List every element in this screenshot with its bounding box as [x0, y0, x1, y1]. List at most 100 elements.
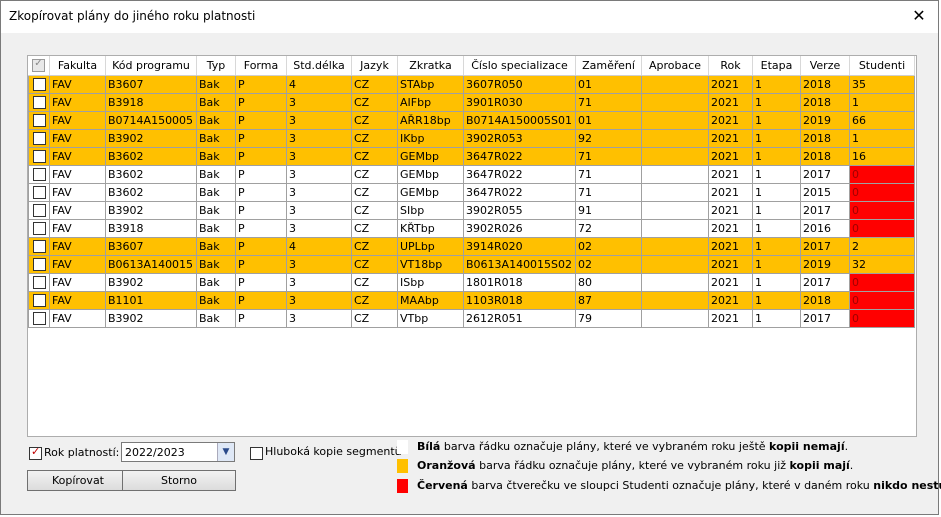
row-checkbox[interactable] [28, 129, 50, 148]
cell: 3901R030 [463, 93, 576, 112]
legend-emph: kopii nemají [769, 440, 845, 453]
legend-strong: Bílá [417, 440, 441, 453]
col-header[interactable]: Etapa [752, 56, 801, 76]
copy-button[interactable]: Kopírovat [27, 470, 129, 491]
col-header[interactable]: Std.délka [286, 56, 352, 76]
col-header[interactable]: Rok [708, 56, 753, 76]
legend-emph: kopii mají [789, 459, 850, 472]
close-icon[interactable]: ✕ [908, 5, 930, 27]
cell: 1 [752, 111, 801, 130]
copy-plans-dialog: Zkopírovat plány do jiného roku platnost… [0, 0, 941, 515]
deep-copy-label: Hluboká kopie segmentů [265, 445, 402, 458]
col-header[interactable]: Jazyk [351, 56, 398, 76]
col-header[interactable]: Fakulta [49, 56, 106, 76]
cell: B0613A140015S02 [463, 255, 576, 274]
chevron-down-icon[interactable]: ▼ [217, 443, 234, 461]
row-checkbox[interactable] [28, 75, 50, 94]
table-row[interactable]: FAV B3902 Bak P 3 CZ IKbp 3902R053 92 2021 1 2018 1 [28, 129, 915, 148]
cell: 2021 [708, 93, 753, 112]
cell: 3 [286, 201, 352, 220]
row-checkbox[interactable] [28, 147, 50, 166]
cell: P [235, 291, 287, 310]
cell: 0 [849, 183, 915, 202]
table-row[interactable]: FAV B3902 Bak P 3 CZ SIbp 3902R055 91 2021 1 2017 0 [28, 201, 915, 220]
rok-platnosti-select[interactable]: 2022/2023 ▼ [121, 442, 235, 462]
cell: CZ [351, 255, 398, 274]
cell: Bak [196, 147, 236, 166]
cell: Bak [196, 201, 236, 220]
cell: P [235, 201, 287, 220]
col-header[interactable]: Aprobace [641, 56, 709, 76]
row-checkbox[interactable] [28, 273, 50, 292]
cell: 1 [849, 129, 915, 148]
deep-copy-checkbox[interactable] [250, 447, 263, 460]
table-row[interactable]: FAV B3602 Bak P 3 CZ GEMbp 3647R022 71 2021 1 2017 0 [28, 165, 915, 184]
cell: 3 [286, 93, 352, 112]
row-checkbox[interactable] [28, 93, 50, 112]
legend-end: . [849, 459, 854, 472]
table-row[interactable]: FAV B3918 Bak P 3 CZ KŘTbp 3902R026 72 2021 1 2016 0 [28, 219, 915, 238]
cell: 2017 [800, 273, 850, 292]
cell: 2021 [708, 291, 753, 310]
col-header[interactable]: Studenti [849, 56, 915, 76]
table-row[interactable]: FAV B3607 Bak P 4 CZ UPLbp 3914R020 02 2021 1 2017 2 [28, 237, 915, 256]
cell: 2021 [708, 165, 753, 184]
cell: 0 [849, 273, 915, 292]
table-row[interactable]: FAV B0613A140015 Bak P 3 CZ VT18bp B0613A140015… [28, 255, 915, 274]
cell [641, 237, 709, 256]
cell: 3647R022 [463, 183, 576, 202]
row-checkbox[interactable] [28, 309, 50, 328]
row-checkbox[interactable] [28, 111, 50, 130]
row-checkbox[interactable] [28, 255, 50, 274]
row-checkbox[interactable] [28, 237, 50, 256]
table-row[interactable]: FAV B3602 Bak P 3 CZ GEMbp 3647R022 71 2021 1 2015 0 [28, 183, 915, 202]
col-header[interactable]: Číslo specializace [463, 56, 576, 76]
cell: P [235, 129, 287, 148]
table-row[interactable]: FAV B3902 Bak P 3 CZ ISbp 1801R018 80 2021 1 2017 0 [28, 273, 915, 292]
cell: 2021 [708, 183, 753, 202]
col-header[interactable]: Typ [196, 56, 236, 76]
row-checkbox[interactable] [28, 291, 50, 310]
cancel-button[interactable]: Storno [122, 470, 236, 491]
cell: 71 [575, 93, 642, 112]
cell [641, 165, 709, 184]
row-checkbox[interactable] [28, 183, 50, 202]
cell: B3607 [105, 75, 197, 94]
cell: FAV [49, 255, 106, 274]
cell: P [235, 255, 287, 274]
cell: FAV [49, 291, 106, 310]
cell: FAV [49, 111, 106, 130]
table-row[interactable]: FAV B3902 Bak P 3 CZ VTbp 2612R051 79 2021 1 2017 0 [28, 309, 915, 328]
col-header[interactable]: Forma [235, 56, 287, 76]
col-header[interactable]: Zkratka [397, 56, 464, 76]
cell: 3 [286, 291, 352, 310]
cell: 1 [752, 237, 801, 256]
table-row[interactable]: FAV B3607 Bak P 4 CZ STAbp 3607R050 01 2021 1 2018 3… [28, 75, 915, 94]
row-checkbox[interactable] [28, 201, 50, 220]
select-all-checkbox[interactable] [28, 56, 50, 76]
rok-platnosti-checkbox[interactable] [29, 445, 42, 460]
legend-text: barva řádku označuje plány, které ve vyb… [475, 459, 790, 472]
row-checkbox[interactable] [28, 165, 50, 184]
cell: B0613A140015 [105, 255, 197, 274]
cell: 0 [849, 165, 915, 184]
cell: 4 [286, 237, 352, 256]
cell: 0 [849, 291, 915, 310]
cell: 1 [752, 147, 801, 166]
legend-text: barva řádku označuje plány, které ve vyb… [440, 440, 770, 453]
cell [641, 111, 709, 130]
cell: 3 [286, 219, 352, 238]
table-row[interactable]: FAV B1101 Bak P 3 CZ MAAbp 1103R018 87 2021 1 2018 0 [28, 291, 915, 310]
table-row[interactable]: FAV B0714A150005 Bak P 3 CZ AŘR18bp B0714A15000… [28, 111, 915, 130]
cell: B0714A150005 [105, 111, 197, 130]
cell: 2017 [800, 237, 850, 256]
cell: P [235, 237, 287, 256]
col-header[interactable]: Verze [800, 56, 850, 76]
col-header[interactable]: Zaměření [575, 56, 642, 76]
table-row[interactable]: FAV B3918 Bak P 3 CZ AIFbp 3901R030 71 2021 1 2018 1 [28, 93, 915, 112]
cell: Bak [196, 75, 236, 94]
row-checkbox[interactable] [28, 219, 50, 238]
cell: 3902R055 [463, 201, 576, 220]
col-header[interactable]: Kód programu [105, 56, 197, 76]
table-row[interactable]: FAV B3602 Bak P 3 CZ GEMbp 3647R022 71 2021 1 2018 1… [28, 147, 915, 166]
